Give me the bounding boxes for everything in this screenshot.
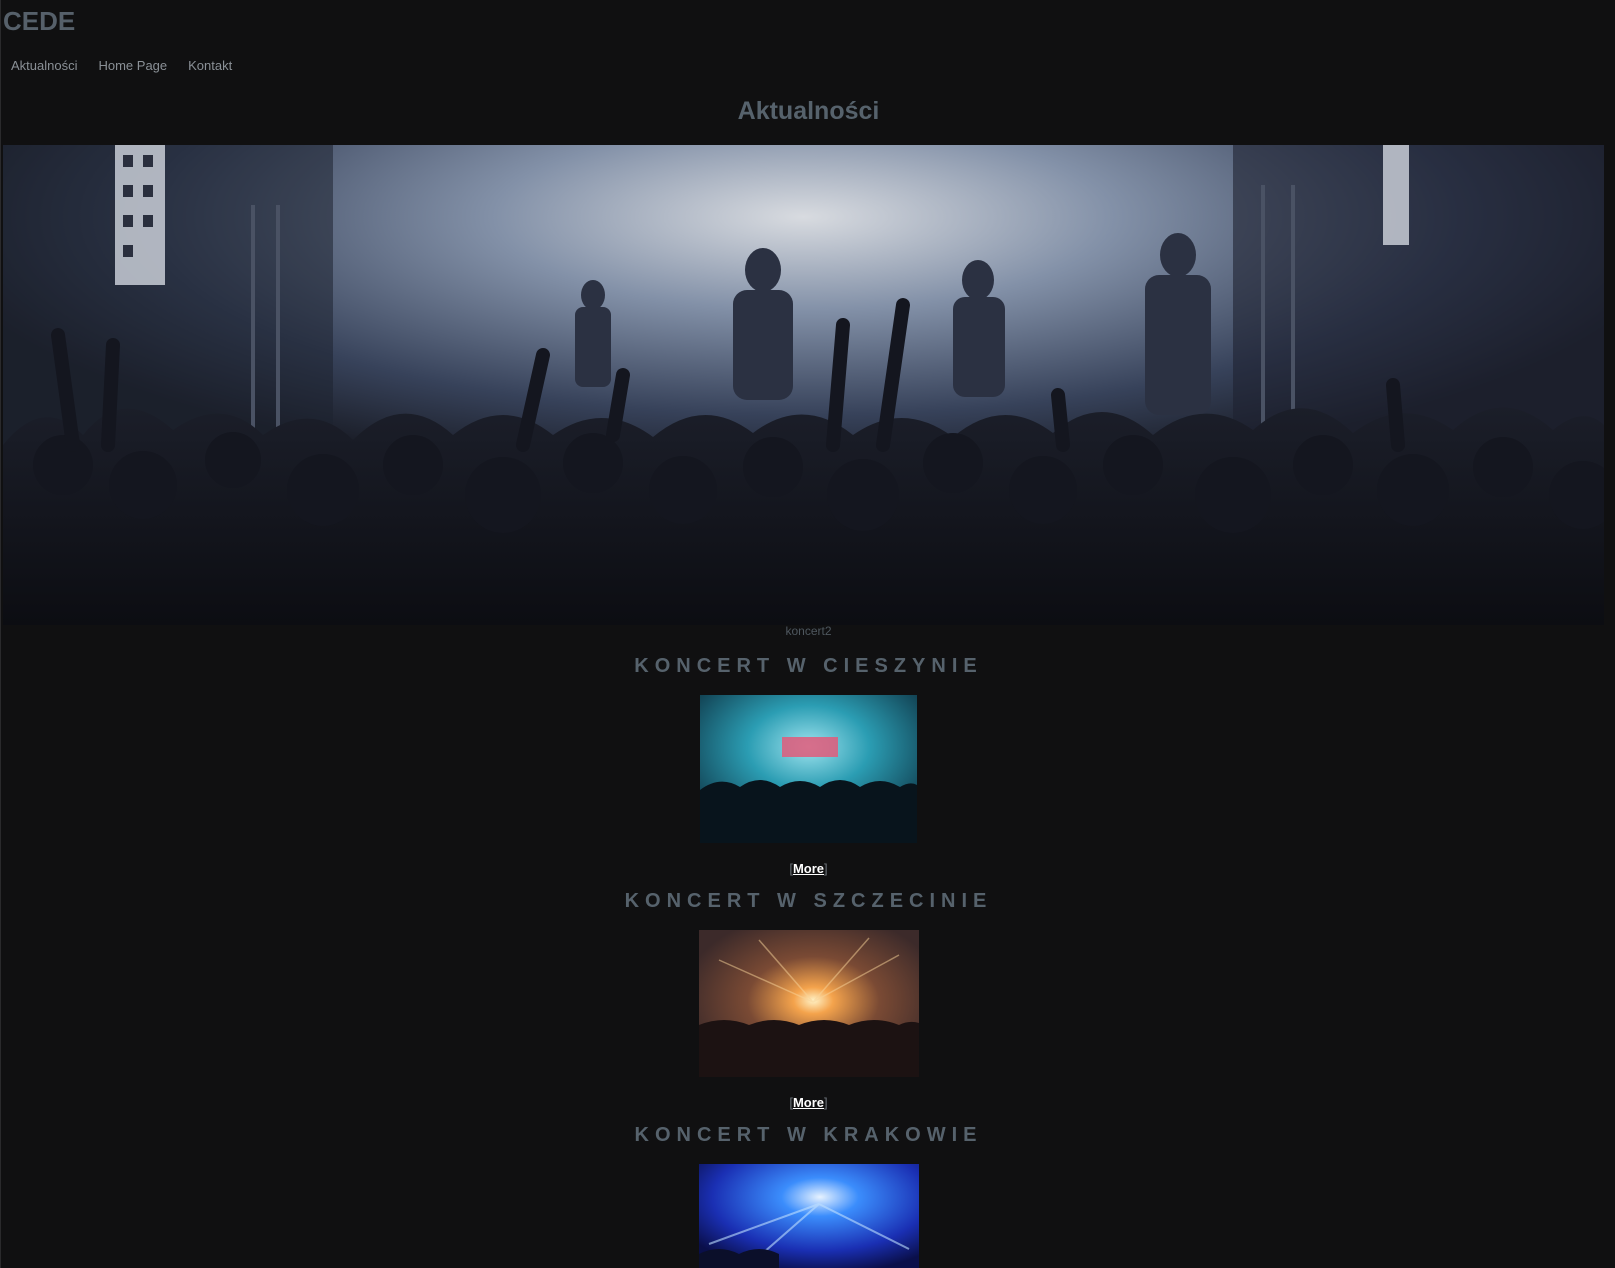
site-logo[interactable]: CEDE (3, 6, 75, 37)
concert-crowd-image (3, 145, 1604, 625)
main-nav: Aktualności Home Page Kontakt (11, 58, 253, 73)
hero-image (3, 145, 1604, 625)
hero-caption: koncert2 (785, 624, 832, 638)
article-item: KONCERT W CIESZYNIE [More] (1, 655, 1615, 876)
nav-item-home-page[interactable]: Home Page (98, 58, 167, 73)
article-title[interactable]: KONCERT W CIESZYNIE (1, 655, 1615, 678)
concert-stage-blue-image (698, 1164, 919, 1268)
article-thumbnail[interactable] (698, 1164, 919, 1268)
nav-item-aktualnosci[interactable]: Aktualności (11, 58, 77, 73)
article-item: KONCERT W SZCZECINIE [More] (1, 890, 1615, 1110)
more-link[interactable]: More (793, 1095, 824, 1110)
nav-item-kontakt[interactable]: Kontakt (188, 58, 232, 73)
page: CEDE Aktualności Home Page Kontakt Aktua… (0, 0, 1615, 1268)
article-title[interactable]: KONCERT W KRAKOWIE (1, 1124, 1615, 1147)
more-link[interactable]: More (793, 861, 824, 876)
page-title: Aktualności (737, 97, 880, 125)
article-item: KONCERT W KRAKOWIE (1, 1124, 1615, 1268)
article-thumbnail[interactable] (698, 930, 919, 1077)
more-link-wrapper: [More] (789, 1095, 828, 1110)
article-title[interactable]: KONCERT W SZCZECINIE (1, 890, 1615, 913)
concert-stage-teal-image (700, 695, 917, 843)
article-thumbnail[interactable] (700, 695, 917, 843)
concert-stage-orange-image (698, 930, 919, 1077)
more-link-wrapper: [More] (789, 861, 828, 876)
